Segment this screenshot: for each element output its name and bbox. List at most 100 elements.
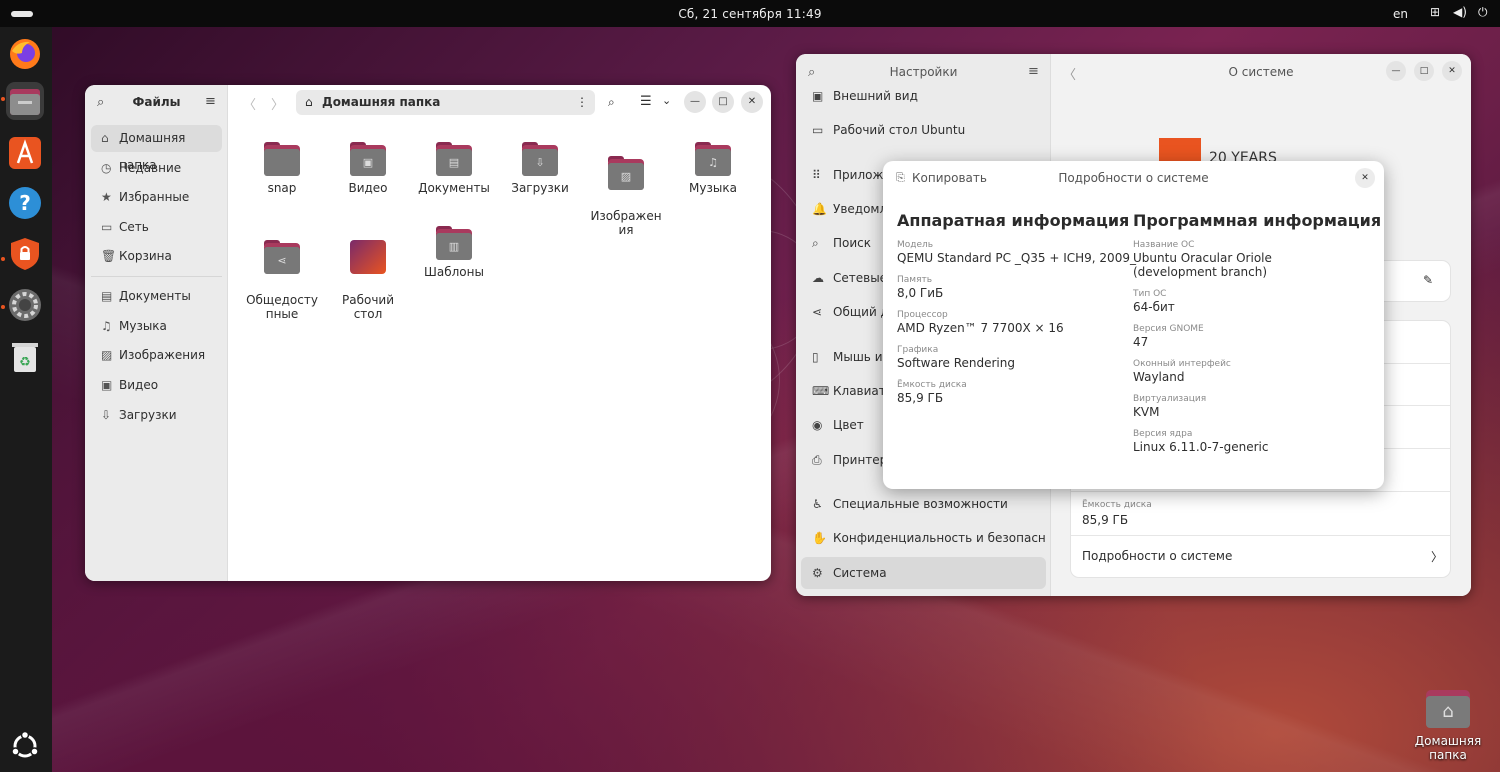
folder-item[interactable]: ▤ Документы: [414, 142, 494, 195]
info-label: Название ОС: [1133, 240, 1195, 250]
folder-label: Рабочий стол: [341, 293, 395, 321]
sidebar-item-appearance[interactable]: ▣ Внешний вид: [801, 80, 1046, 112]
appearance-icon: ▣: [812, 89, 824, 103]
info-value: 85,9 ГБ: [897, 391, 944, 405]
sidebar-item-system[interactable]: ⚙ Система: [801, 557, 1046, 589]
power-icon[interactable]: ⏻: [1478, 5, 1488, 20]
svg-text:?: ?: [19, 191, 31, 215]
download-icon: ⇩: [101, 408, 112, 422]
minimize-button[interactable]: —: [684, 91, 706, 113]
video-folder-icon: ▣: [350, 142, 386, 176]
desktop-home-folder[interactable]: ⌂ Домашняя папка: [1400, 690, 1496, 762]
folder-label: snap: [267, 181, 297, 195]
page-title: О системе: [1228, 65, 1294, 79]
sidebar-item-accessibility[interactable]: ♿ Специальные возможности: [801, 488, 1046, 520]
firefox-icon[interactable]: [6, 35, 44, 73]
folder-label: Документы: [418, 181, 490, 195]
folder-item[interactable]: Рабочий стол: [328, 226, 408, 335]
color-icon: ◉: [812, 418, 823, 432]
files-icon[interactable]: [6, 82, 44, 120]
folder-item[interactable]: ⋖ Общедосту пные: [242, 226, 322, 335]
forward-icon[interactable]: 〉: [271, 94, 284, 113]
divider: [91, 276, 222, 277]
folder-item[interactable]: ▨ Изображен ия: [586, 142, 666, 251]
sidebar-item-label: Загрузки: [119, 408, 177, 422]
sidebar-item-label: Поиск: [833, 236, 872, 250]
security-center-icon[interactable]: [6, 235, 44, 273]
folder-item[interactable]: ⇩ Загрузки: [500, 142, 580, 195]
help-icon[interactable]: ?: [6, 184, 44, 222]
sidebar-item-documents[interactable]: ▤ Документы: [91, 283, 222, 310]
trash-icon[interactable]: ♻: [6, 337, 44, 375]
documents-folder-icon: ▤: [436, 142, 472, 176]
cloud-icon: ☁: [812, 271, 824, 285]
more-icon[interactable]: ⋮: [576, 90, 588, 115]
folder-item[interactable]: ▥ Шаблоны: [414, 226, 494, 279]
clock[interactable]: Сб, 21 сентября 11:49: [0, 7, 1500, 21]
edit-icon[interactable]: ✎: [1423, 273, 1433, 287]
software-heading: Программная информация: [1133, 211, 1382, 230]
video-icon: ▣: [101, 378, 113, 392]
sidebar-item-label: Сеть: [119, 220, 149, 234]
share-icon: ⋖: [812, 305, 823, 319]
sidebar-item-home[interactable]: ⌂ Домашняя папка: [91, 125, 222, 172]
printer-icon: ⎙: [812, 453, 822, 467]
dialog-title: Подробности о системе: [1058, 171, 1209, 185]
close-button[interactable]: ✕: [1355, 168, 1375, 188]
info-label: Ёмкость диска: [897, 380, 967, 390]
sidebar-item-ubuntu-desktop[interactable]: ▭ Рабочий стол Ubuntu: [801, 114, 1046, 146]
desktop-icon: ▭: [812, 123, 824, 137]
info-value: KVM: [1133, 405, 1160, 419]
sidebar-item-pictures[interactable]: ▨ Изображения: [91, 342, 222, 369]
folder-label: Музыка: [689, 181, 737, 195]
show-apps-icon[interactable]: [6, 727, 44, 765]
folder-label: Общедосту пные: [246, 293, 318, 321]
folder-item[interactable]: snap: [242, 142, 322, 195]
network-icon: ▭: [101, 220, 113, 234]
system-details-link[interactable]: Подробности о системе: [1082, 549, 1232, 563]
info-label: Виртуализация: [1133, 394, 1207, 404]
info-label: Память: [897, 275, 933, 285]
info-value: 47: [1133, 335, 1149, 349]
sidebar-item-label: Документы: [119, 289, 191, 303]
star-icon: ★: [101, 190, 112, 204]
keyboard-layout-indicator[interactable]: en: [1393, 7, 1408, 21]
sidebar-item-downloads[interactable]: ⇩ Загрузки: [91, 402, 222, 429]
folder-icon: [264, 142, 300, 176]
info-value: Linux 6.11.0-7-generic: [1133, 440, 1269, 454]
menu-icon[interactable]: ≡: [205, 94, 216, 109]
network-icon[interactable]: ⊞: [1430, 5, 1440, 19]
sidebar-item-network[interactable]: ▭ Сеть: [91, 214, 222, 241]
view-list-icon[interactable]: ☰: [640, 94, 652, 109]
sidebar-item-videos[interactable]: ▣ Видео: [91, 372, 222, 399]
info-label: Версия ядра: [1133, 429, 1193, 439]
sidebar-item-music[interactable]: ♫ Музыка: [91, 313, 222, 340]
menu-icon[interactable]: ≡: [1028, 64, 1039, 79]
folder-label: Шаблоны: [424, 265, 484, 279]
sidebar-item-privacy[interactable]: ✋ Конфиденциальность и безопасность: [801, 522, 1046, 554]
sidebar-item-label: Видео: [119, 378, 159, 392]
chevron-down-icon[interactable]: ⌄: [662, 94, 671, 107]
search-icon[interactable]: ⌕: [608, 95, 615, 110]
folder-item[interactable]: ♫ Музыка: [673, 142, 753, 195]
path-bar[interactable]: ⌂ Домашняя папка ⋮: [296, 90, 595, 115]
sidebar-item-label: Конфиденциальность и безопасность: [833, 531, 1046, 545]
sidebar-item-recent[interactable]: ◷ Недавние: [91, 155, 222, 182]
minimize-button[interactable]: —: [1386, 61, 1406, 81]
close-button[interactable]: ✕: [741, 91, 763, 113]
chevron-right-icon[interactable]: 〉: [1431, 548, 1443, 565]
sidebar-item-label: Недавние: [119, 161, 182, 175]
settings-icon[interactable]: [6, 286, 44, 324]
close-button[interactable]: ✕: [1442, 61, 1462, 81]
sidebar-item-starred[interactable]: ★ Избранные: [91, 184, 222, 211]
app-center-icon[interactable]: [6, 134, 44, 172]
sidebar-item-trash[interactable]: 🗑 Корзина: [91, 243, 222, 270]
sidebar-item-label: Корзина: [119, 249, 172, 263]
maximize-button[interactable]: □: [712, 91, 734, 113]
maximize-button[interactable]: □: [1414, 61, 1434, 81]
back-icon[interactable]: 〈: [243, 94, 256, 113]
volume-icon[interactable]: ◀): [1453, 5, 1467, 19]
path-label: Домашняя папка: [322, 95, 441, 109]
pictures-folder-icon: ▨: [608, 156, 644, 190]
folder-item[interactable]: ▣ Видео: [328, 142, 408, 195]
